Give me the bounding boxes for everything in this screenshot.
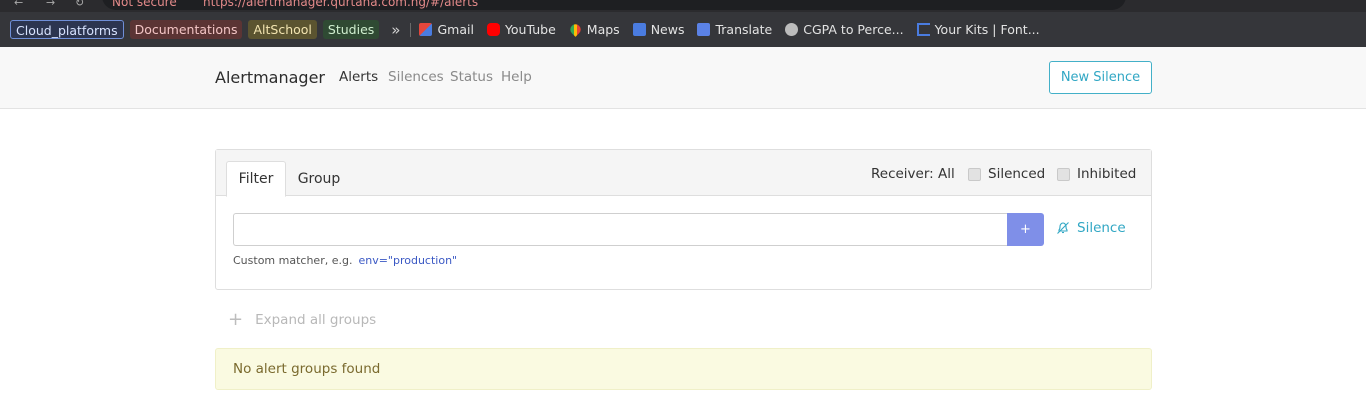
bookmark-youtube[interactable]: YouTube (486, 22, 556, 37)
bookmark-folder-documentations[interactable]: Documentations (129, 20, 243, 39)
forward-icon[interactable]: → (46, 0, 55, 9)
brand-title[interactable]: Alertmanager (215, 68, 325, 87)
bookmark-maps[interactable]: Maps (567, 22, 620, 37)
bookmark-label: Your Kits | Font... (934, 22, 1040, 37)
bookmark-label: News (650, 22, 685, 37)
bookmarks-bar: Cloud_platforms Documentations AltSchool… (0, 12, 1366, 47)
url-text[interactable]: https://alertmanager.qurtana.com.ng/#/al… (203, 0, 478, 9)
bookmark-folder-cloud-platforms[interactable]: Cloud_platforms (10, 20, 124, 39)
inhibited-label: Inhibited (1077, 166, 1137, 182)
hint-example: env="production" (358, 254, 458, 267)
tab-filter[interactable]: Filter (226, 161, 286, 197)
not-secure-label[interactable]: Not secure (112, 0, 177, 9)
browser-toolbar: ← → ↻ Not secure https://alertmanager.qu… (0, 0, 1366, 12)
bookmark-gmail[interactable]: Gmail (419, 22, 474, 37)
bookmark-label: Gmail (437, 22, 474, 37)
expand-all-groups-button[interactable]: + Expand all groups (228, 309, 376, 330)
silenced-checkbox[interactable] (968, 167, 981, 181)
translate-icon (697, 23, 711, 36)
bookmark-translate[interactable]: Translate (697, 22, 772, 37)
silenced-checkbox-wrap[interactable]: Silenced (968, 166, 1045, 182)
tab-group[interactable]: Group (294, 161, 344, 197)
nav-status[interactable]: Status (450, 69, 493, 85)
inhibited-checkbox-wrap[interactable]: Inhibited (1057, 166, 1136, 182)
add-matcher-button[interactable]: + (1007, 213, 1044, 246)
hint-label: Custom matcher, e.g. (233, 254, 353, 267)
nav-alerts[interactable]: Alerts (339, 69, 378, 85)
bookmarks-divider (410, 22, 412, 37)
bookmark-label: Maps (586, 22, 620, 37)
nav-silences[interactable]: Silences (388, 69, 444, 85)
inhibited-checkbox[interactable] (1057, 167, 1070, 181)
filter-card-header: Filter Group Receiver: All Silenced Inhi… (216, 150, 1151, 197)
back-icon[interactable]: ← (14, 0, 23, 9)
silence-label: Silence (1077, 220, 1126, 236)
silence-link[interactable]: Silence (1056, 220, 1126, 236)
receiver-dropdown[interactable]: Receiver: All (871, 166, 955, 182)
matcher-hint: Custom matcher, e.g. env="production" (233, 254, 457, 267)
bookmark-label: Translate (715, 22, 773, 37)
bookmark-folder-studies[interactable]: Studies (322, 20, 380, 39)
maps-icon (567, 22, 583, 37)
bookmark-your-kits[interactable]: Your Kits | Font... (916, 22, 1040, 37)
bookmark-label: YouTube (504, 22, 556, 37)
silenced-label: Silenced (988, 166, 1046, 182)
flag-icon (916, 23, 930, 36)
youtube-icon (486, 23, 500, 36)
bookmark-news[interactable]: News (632, 22, 685, 37)
gmail-icon (419, 23, 433, 36)
bookmark-label: CGPA to Perce... (803, 22, 904, 37)
expand-all-groups-label: Expand all groups (255, 311, 377, 328)
filter-card: Filter Group Receiver: All Silenced Inhi… (215, 149, 1152, 290)
nav-help[interactable]: Help (501, 69, 532, 85)
filter-matcher-input[interactable] (233, 213, 1007, 246)
app-navbar: Alertmanager Alerts Silences Status Help… (0, 47, 1366, 109)
reload-icon[interactable]: ↻ (75, 0, 84, 9)
plus-icon: + (228, 309, 244, 330)
bookmark-cgpa[interactable]: CGPA to Perce... (785, 22, 904, 37)
globe-icon (785, 23, 799, 36)
new-silence-button[interactable]: New Silence (1049, 61, 1152, 94)
bookmarks-more-icon[interactable]: » (391, 21, 400, 39)
bookmark-folder-altschool[interactable]: AltSchool (248, 20, 317, 39)
no-alert-groups-message: No alert groups found (215, 348, 1152, 390)
bell-slash-icon (1057, 222, 1069, 234)
news-icon (632, 23, 646, 36)
